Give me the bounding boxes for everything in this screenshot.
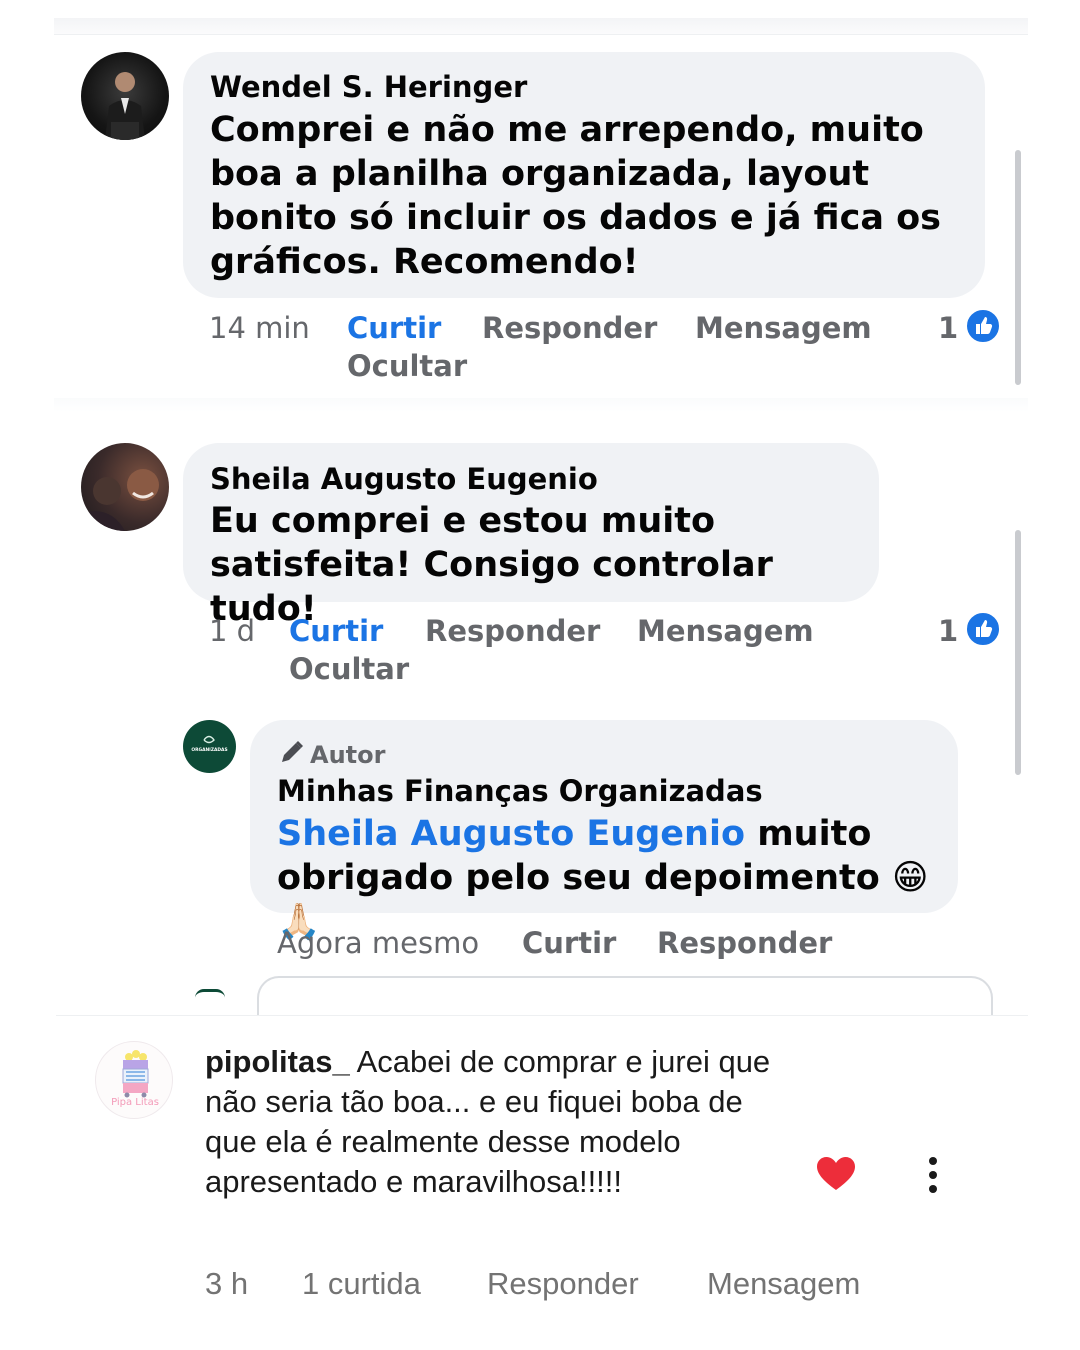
comment-author[interactable]: Wendel S. Heringer: [210, 70, 527, 104]
reply-button[interactable]: Responder: [657, 926, 832, 960]
reaction-count[interactable]: 1: [938, 614, 958, 648]
previous-post-edge: [54, 18, 1028, 35]
instagram-time[interactable]: 3 h: [205, 1266, 248, 1302]
author-badge-label: Autor: [310, 741, 386, 769]
person-photo-icon: [81, 469, 159, 531]
like-button[interactable]: Curtir: [522, 926, 616, 960]
reply-time[interactable]: Agora mesmo: [277, 926, 479, 960]
mention-link[interactable]: Sheila Augusto Eugenio: [277, 814, 745, 854]
instagram-comment-text: pipolitas_ Acabei de comprar e jurei que…: [205, 1042, 775, 1202]
grin-emoji: 😁: [891, 858, 929, 898]
input-avatar-edge: [195, 989, 225, 998]
heart-icon[interactable]: [816, 1156, 856, 1192]
likes-count[interactable]: 1 curtida: [302, 1266, 421, 1302]
reply-button[interactable]: Responder: [482, 311, 657, 345]
like-button[interactable]: Curtir: [347, 311, 441, 345]
like-thumb-icon: [965, 308, 1001, 344]
like-thumb-icon: [965, 611, 1001, 647]
comment-time[interactable]: 14 min: [209, 311, 310, 345]
avatar[interactable]: Pipa Litas: [95, 1041, 173, 1119]
reaction-count[interactable]: 1: [938, 311, 958, 345]
reply-text: Sheila Augusto Eugenio muito obrigado pe…: [277, 812, 947, 944]
hide-button[interactable]: Ocultar: [289, 652, 409, 686]
message-button[interactable]: Mensagem: [695, 311, 872, 345]
comment-bubble: Sheila Augusto Eugenio Eu comprei e esto…: [183, 443, 879, 629]
reply-author[interactable]: Minhas Finanças Organizadas: [277, 774, 763, 808]
reply-bubble: Autor Minhas Finanças Organizadas Sheila…: [250, 720, 958, 942]
scrollbar[interactable]: [1015, 150, 1021, 385]
comment-text: Comprei e não me arrependo, muito boa a …: [210, 110, 942, 282]
popcorn-cart-icon: Pipa Litas: [111, 1050, 159, 1108]
reply-button[interactable]: Responder: [425, 614, 600, 648]
instagram-username[interactable]: pipolitas_: [205, 1044, 350, 1079]
comment-bubble: Wendel S. Heringer Comprei e não me arre…: [183, 52, 985, 298]
comment-author[interactable]: Sheila Augusto Eugenio: [210, 462, 598, 496]
like-button[interactable]: Curtir: [289, 614, 383, 648]
person-silhouette-icon: [105, 72, 145, 140]
page-logo-icon: ORGANIZADAS: [191, 735, 228, 753]
pencil-icon: [278, 738, 306, 772]
message-button[interactable]: Mensagem: [707, 1266, 860, 1302]
svg-text:Pipa Litas: Pipa Litas: [111, 1097, 159, 1108]
svg-text:ORGANIZADAS: ORGANIZADAS: [191, 747, 227, 753]
divider: [54, 398, 1028, 412]
avatar[interactable]: [81, 443, 169, 531]
page-avatar[interactable]: ORGANIZADAS: [183, 720, 236, 773]
author-badge: Autor: [278, 738, 385, 772]
message-button[interactable]: Mensagem: [637, 614, 814, 648]
reply-button[interactable]: Responder: [487, 1266, 639, 1302]
comment-text: Eu comprei e estou muito satisfeita! Con…: [210, 501, 773, 629]
avatar[interactable]: [81, 52, 169, 140]
comment-time[interactable]: 1 d: [209, 614, 255, 648]
hide-button[interactable]: Ocultar: [347, 349, 467, 383]
more-vertical-icon[interactable]: [928, 1156, 938, 1194]
scrollbar[interactable]: [1015, 530, 1021, 775]
reply-input-edge[interactable]: [257, 976, 993, 1016]
